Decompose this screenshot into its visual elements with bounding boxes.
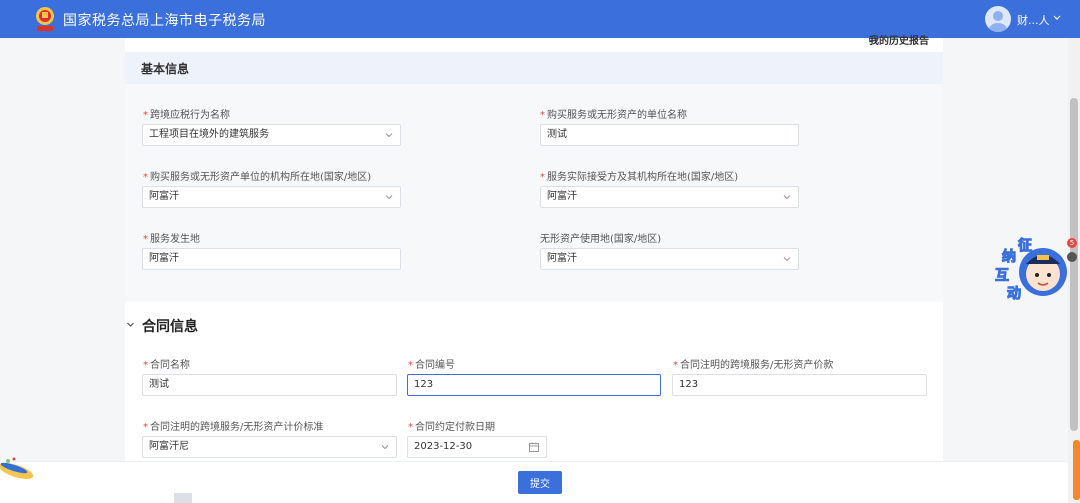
contract-price-label: * 合同注明的跨境服务/无形资产价款 [673,360,834,371]
basic-info-header [125,52,943,84]
cross-border-taxable-select[interactable]: 工程项目在境外的建筑服务 [142,124,401,146]
collapse-chevron-icon[interactable] [126,320,135,329]
service-place-label: * 服务发生地 [143,234,200,245]
chevron-down-icon[interactable] [1052,13,1062,23]
payment-date-picker[interactable]: 2023-12-30 [407,436,547,458]
pricing-standard-select[interactable]: 阿富汗尼 [142,436,397,458]
tax-emblem-icon[interactable] [33,5,57,32]
user-name[interactable]: 财...人 [1017,12,1050,28]
brand-title[interactable]: 国家税务总局上海市电子税务局 [63,10,266,30]
history-report-link[interactable]: 我的历史报告 [869,32,929,47]
submit-button[interactable]: 提交 [518,471,562,494]
contract-name-label: * 合同名称 [143,360,190,371]
contract-no-input[interactable]: 123 [407,374,661,396]
assistant-char-4: 动 [1007,286,1022,303]
chevron-down-icon [385,195,393,200]
purchaser-name-label: * 购买服务或无形资产的单位名称 [540,110,687,121]
receiver-location-label: * 服务实际接受方及其机构所在地(国家/地区) [540,172,739,183]
service-place-input[interactable]: 阿富汗 [142,248,401,270]
assistant-char-1: 征 [1018,238,1033,255]
minimize-icon[interactable] [1067,252,1077,262]
chevron-down-icon [381,445,389,450]
purchaser-name-input[interactable]: 测试 [540,124,799,146]
intangible-place-select[interactable]: 阿富汗 [540,248,799,270]
assistant-char-2: 纳 [1002,249,1017,266]
scrollbar-thumb[interactable] [1070,98,1078,431]
intangible-place-label: 无形资产使用地(国家/地区) [540,234,662,245]
assistant-char-3: 互 [995,268,1010,285]
user-avatar-icon[interactable] [985,6,1011,32]
tax-assistant-widget[interactable]: 征 纳 互 动 [993,236,1069,306]
basic-info-title: 基本信息 [141,62,190,76]
contract-info-title[interactable]: 合同信息 [142,316,198,336]
pricing-standard-label: * 合同注明的跨境服务/无形资产计价标准 [143,422,324,433]
cross-border-taxable-label: * 跨境应税行为名称 [143,110,230,121]
contract-name-input[interactable]: 测试 [142,374,397,396]
contract-no-label: * 合同编号 [408,360,455,371]
chevron-down-icon [385,133,393,138]
chevron-down-icon [783,195,791,200]
small-square-decoration [174,493,192,503]
train-decoration-icon [0,457,34,479]
scrollbar-accent [1073,440,1080,500]
purchaser-location-label: * 购买服务或无形资产单位的机构所在地(国家/地区) [143,172,372,183]
notification-badge[interactable]: 5 [1067,238,1077,248]
chevron-down-icon [783,257,791,262]
calendar-icon [529,442,539,452]
purchaser-location-select[interactable]: 阿富汗 [142,186,401,208]
contract-price-input[interactable]: 123 [672,374,927,396]
payment-date-label: * 合同约定付款日期 [408,422,495,433]
receiver-location-select[interactable]: 阿富汗 [540,186,799,208]
